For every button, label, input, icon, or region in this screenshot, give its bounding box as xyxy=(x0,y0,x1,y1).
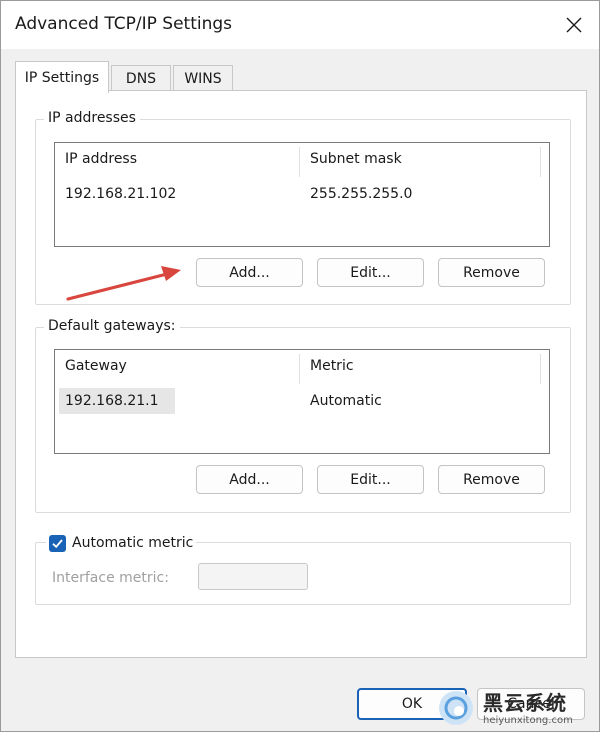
ip-add-button[interactable]: Add... xyxy=(196,258,303,287)
watermark-brand: 黑云系统 xyxy=(483,691,567,715)
gateway-list[interactable]: Gateway Metric 192.168.21.1 Automatic xyxy=(54,349,550,454)
automatic-metric-header: Automatic metric xyxy=(46,533,196,555)
ip-settings-panel: IP addresses IP address Subnet mask 192.… xyxy=(15,90,587,658)
red-arrow-icon xyxy=(66,266,181,301)
ip-addresses-group-label: IP addresses xyxy=(44,110,140,126)
title-bar: Advanced TCP/IP Settings xyxy=(1,1,599,49)
interface-metric-input[interactable] xyxy=(198,563,308,590)
default-gateways-group-label: Default gateways: xyxy=(44,318,180,334)
tab-dns[interactable]: DNS xyxy=(111,65,171,92)
column-divider xyxy=(540,354,541,384)
gateway-edit-button[interactable]: Edit... xyxy=(317,465,424,494)
tab-wins[interactable]: WINS xyxy=(173,65,233,92)
close-icon xyxy=(566,17,582,33)
automatic-metric-checkbox[interactable] xyxy=(49,535,66,552)
gateway-remove-button[interactable]: Remove xyxy=(438,465,545,494)
advanced-tcpip-dialog: Advanced TCP/IP Settings IP Settings DNS… xyxy=(0,0,600,732)
column-header-subnet-mask[interactable]: Subnet mask xyxy=(300,143,540,175)
subnet-mask-cell[interactable]: 255.255.255.0 xyxy=(300,181,540,207)
column-header-ip-address[interactable]: IP address xyxy=(55,143,299,175)
column-divider xyxy=(540,147,541,177)
metric-cell[interactable]: Automatic xyxy=(300,388,540,414)
cloud-logo-icon xyxy=(439,691,473,725)
watermark-site: heiyunxitong.com xyxy=(483,715,573,726)
ip-address-list[interactable]: IP address Subnet mask 192.168.21.102 25… xyxy=(54,142,550,247)
ip-remove-button[interactable]: Remove xyxy=(438,258,545,287)
ip-edit-button[interactable]: Edit... xyxy=(317,258,424,287)
gateway-cell[interactable]: 192.168.21.1 xyxy=(59,388,175,414)
close-button[interactable] xyxy=(555,7,593,43)
interface-metric-label: Interface metric: xyxy=(52,570,169,586)
ip-address-cell[interactable]: 192.168.21.102 xyxy=(55,181,299,207)
automatic-metric-label[interactable]: Automatic metric xyxy=(72,535,193,551)
check-icon xyxy=(52,539,63,549)
tab-ip-settings[interactable]: IP Settings xyxy=(15,61,109,93)
gateway-add-button[interactable]: Add... xyxy=(196,465,303,494)
window-title: Advanced TCP/IP Settings xyxy=(15,14,233,34)
column-header-gateway[interactable]: Gateway xyxy=(55,350,299,382)
column-header-metric[interactable]: Metric xyxy=(300,350,540,382)
watermark: 黑云系统 heiyunxitong.com xyxy=(437,687,597,731)
